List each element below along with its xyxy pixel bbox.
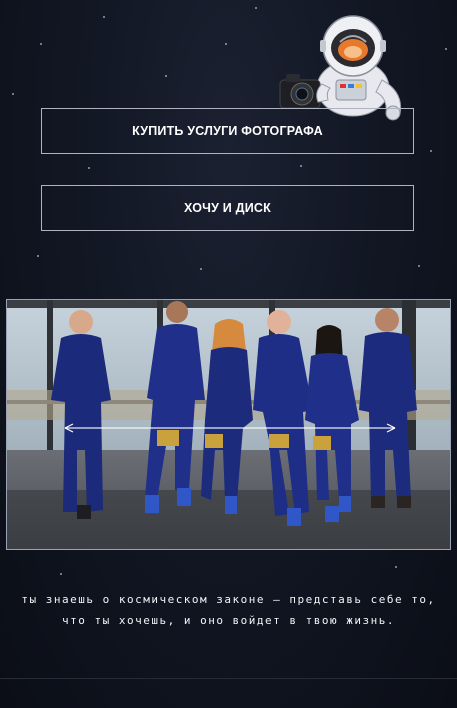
astronaut-with-camera-icon (278, 10, 413, 122)
crew-photo (7, 300, 450, 549)
want-disk-button[interactable]: ХОЧУ И ДИСК (41, 185, 414, 231)
footer-divider (0, 678, 457, 679)
buy-photographer-button[interactable]: КУПИТЬ УСЛУГИ ФОТОГРАФА (41, 108, 414, 154)
cosmic-law-caption: ты знаешь о космическом законе — предста… (21, 593, 436, 627)
crew-photo-slider[interactable] (6, 299, 451, 550)
